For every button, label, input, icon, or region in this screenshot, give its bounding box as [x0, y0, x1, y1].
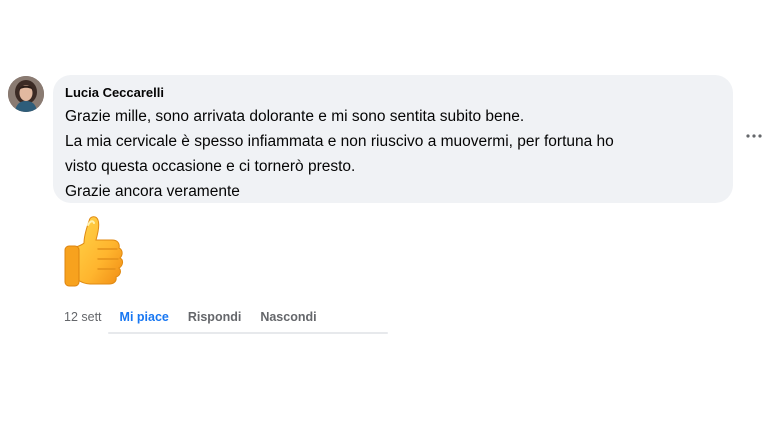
reply-button[interactable]: Rispondi — [188, 308, 241, 326]
comment-text-line: La mia cervicale è spesso infiammata e n… — [65, 133, 614, 150]
avatar-photo — [8, 76, 44, 112]
thumbs-up-icon — [64, 216, 123, 287]
comment-text-line: visto questa occasione e ci tornerò pres… — [65, 158, 356, 175]
comment-text-line: Grazie ancora veramente — [65, 183, 240, 200]
comment-timestamp[interactable]: 12 sett — [64, 308, 102, 326]
comment-actions: 12 sett Mi piace Rispondi Nascondi — [64, 308, 336, 326]
comment-author[interactable]: Lucia Ceccarelli — [65, 85, 721, 101]
thumbs-up-sticker — [62, 213, 132, 295]
hide-button[interactable]: Nascondi — [260, 308, 316, 326]
more-horizontal-icon — [746, 134, 762, 138]
divider — [108, 332, 388, 334]
like-button[interactable]: Mi piace — [120, 308, 169, 326]
comment-text-line: Grazie mille, sono arrivata dolorante e … — [65, 108, 525, 125]
comment-thread: Lucia Ceccarelli Grazie mille, sono arri… — [0, 0, 768, 433]
avatar[interactable] — [8, 76, 44, 112]
more-options-button[interactable] — [744, 126, 764, 146]
comment-bubble: Lucia Ceccarelli Grazie mille, sono arri… — [53, 75, 733, 203]
